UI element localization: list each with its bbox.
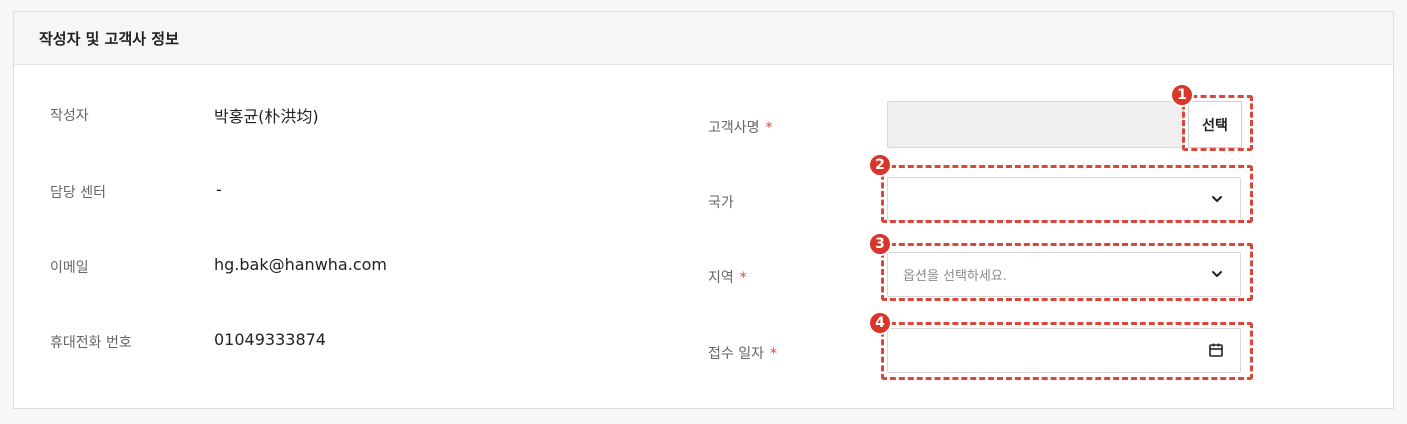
customer-name-input[interactable] (887, 101, 1184, 148)
annotation-badge-3: 3 (868, 232, 892, 256)
required-mark: * (765, 120, 773, 136)
annotation-badge-4: 4 (868, 311, 892, 335)
country-label: 국가 (708, 195, 734, 211)
center-value: - (216, 180, 222, 199)
annotation-box-2 (881, 165, 1253, 223)
phone-label: 휴대전화 번호 (50, 335, 132, 351)
author-value: 박홍균(朴洪均) (214, 107, 319, 126)
panel-header: 작성자 및 고객사 정보 (14, 12, 1393, 65)
customer-label-text: 고객사명 (708, 120, 760, 136)
info-panel: 작성자 및 고객사 정보 작성자 박홍균(朴洪均) 담당 센터 - 이메일 hg… (13, 11, 1394, 409)
region-label: 지역 * (708, 267, 747, 287)
date-label: 접수 일자 * (708, 343, 777, 363)
panel-title: 작성자 및 고객사 정보 (39, 30, 179, 48)
region-label-text: 지역 (708, 270, 734, 286)
annotation-box-3 (881, 243, 1253, 301)
annotation-box-4 (881, 322, 1253, 380)
required-mark: * (769, 346, 777, 362)
email-label: 이메일 (50, 260, 89, 276)
date-label-text: 접수 일자 (708, 346, 764, 362)
annotation-badge-1: 1 (1170, 83, 1194, 107)
email-value: hg.bak@hanwha.com (214, 255, 387, 274)
customer-label: 고객사명 * (708, 117, 773, 137)
required-mark: * (739, 270, 747, 286)
annotation-badge-2: 2 (868, 153, 892, 177)
center-label: 담당 센터 (50, 185, 106, 201)
phone-value: 01049333874 (214, 330, 326, 349)
author-label: 작성자 (50, 108, 89, 124)
annotation-box-1 (1182, 95, 1253, 151)
